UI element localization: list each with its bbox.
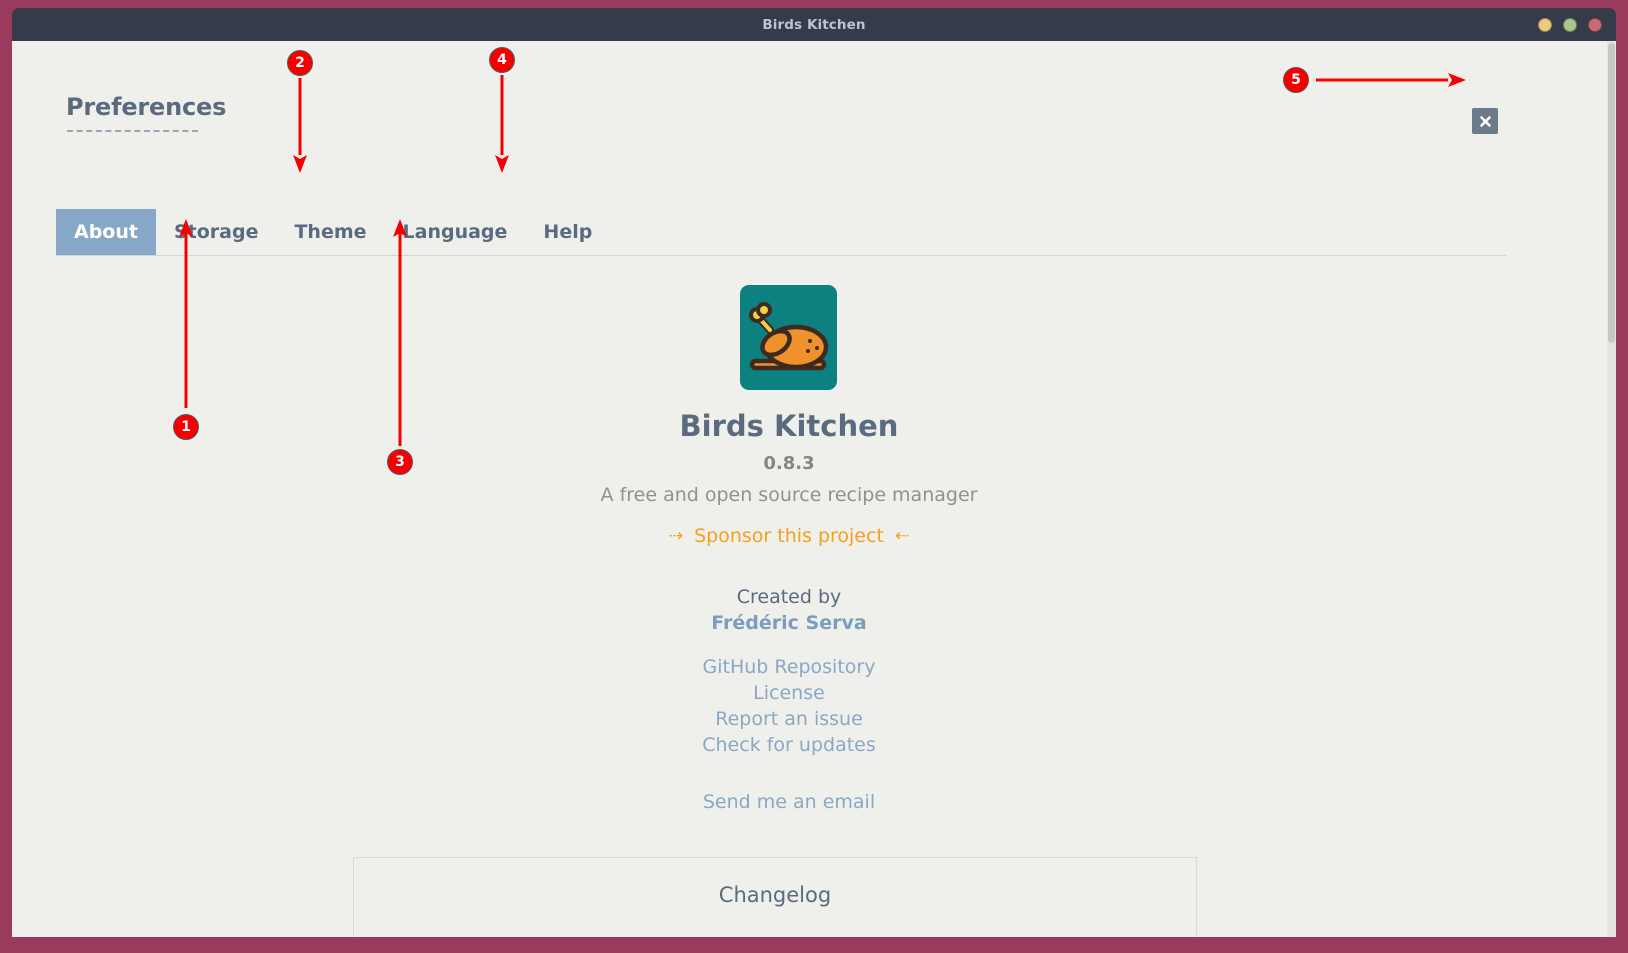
maximize-dot[interactable] [1563,17,1577,32]
changelog-panel: Changelog [353,857,1197,937]
tab-bar-divider [56,255,1506,256]
tab-help[interactable]: Help [525,209,610,255]
created-by-label: Created by [736,586,842,608]
window-title-bar: Birds Kitchen [12,8,1616,41]
close-dot[interactable] [1588,17,1602,32]
vertical-scrollbar[interactable] [1607,41,1616,937]
changelog-title: Changelog [718,883,832,907]
window-controls [1538,17,1602,32]
roast-chicken-icon [740,285,837,390]
app-name: Birds Kitchen [679,409,899,443]
tab-theme-label: Theme [294,221,367,243]
author-name[interactable]: Frédéric Serva [12,612,1566,634]
page-title-underline [67,130,198,132]
link-github-repository[interactable]: GitHub Repository [12,654,1566,680]
tab-about[interactable]: About [56,209,156,255]
tab-language-label: Language [402,221,508,243]
scrollbar-thumb[interactable] [1608,43,1615,343]
application-window: Birds Kitchen Preferences About Storage … [0,0,1628,953]
page-title: Preferences [66,93,227,121]
minimize-dot[interactable] [1538,17,1552,32]
tab-theme[interactable]: Theme [276,209,384,255]
sponsor-link[interactable]: Sponsor this project [694,525,884,547]
sponsor-arrow-left-icon: ⇢ [668,526,684,546]
app-version: 0.8.3 [763,453,815,474]
sponsor-row[interactable]: ⇢ Sponsor this project ⇠ [12,525,1566,547]
link-report-an-issue[interactable]: Report an issue [12,706,1566,732]
sponsor-arrow-right-icon: ⇠ [894,526,910,546]
link-send-me-an-email[interactable]: Send me an email [12,791,1566,813]
annotation-badge-3: 3 [387,449,413,475]
about-link-list: GitHub Repository License Report an issu… [12,654,1566,758]
annotation-badge-5: 5 [1283,67,1309,93]
annotation-badge-4: 4 [489,47,515,73]
app-tagline: A free and open source recipe manager [600,484,978,506]
annotation-badge-1: 1 [173,414,199,440]
link-license[interactable]: License [12,680,1566,706]
tab-help-label: Help [543,221,593,243]
tab-language[interactable]: Language [385,209,526,255]
close-icon [1479,115,1491,127]
tab-about-label: About [74,221,138,243]
preferences-tab-bar: About Storage Theme Language Help [56,209,1556,255]
window-title: Birds Kitchen [762,16,866,33]
tab-storage[interactable]: Storage [156,209,277,255]
link-check-for-updates[interactable]: Check for updates [12,732,1566,758]
close-button[interactable] [1472,108,1498,134]
preferences-dialog: Preferences About Storage Theme Language… [12,41,1616,937]
tab-storage-label: Storage [173,221,259,243]
annotation-badge-2: 2 [287,50,313,76]
